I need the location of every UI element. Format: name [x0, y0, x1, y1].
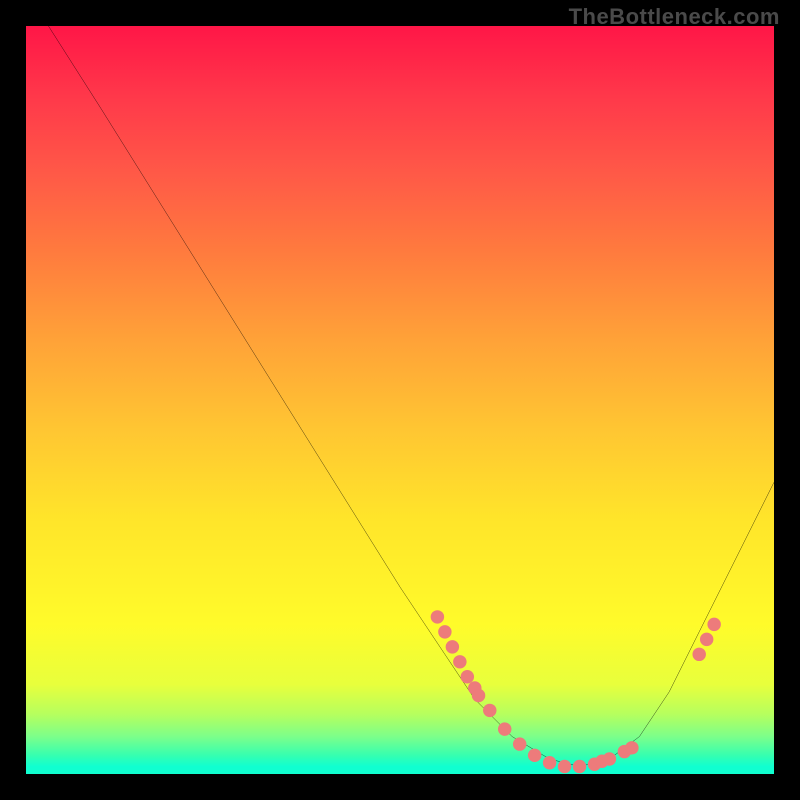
marker-dot [446, 640, 459, 653]
marker-dot [453, 655, 466, 668]
marker-dot [603, 752, 616, 765]
marker-dot [483, 704, 496, 717]
marker-dot [707, 618, 720, 631]
chart-svg [26, 26, 774, 774]
marker-dot [700, 633, 713, 646]
marker-dot [461, 670, 474, 683]
curve-path [48, 26, 774, 767]
plot-area [26, 26, 774, 774]
marker-dot [498, 722, 511, 735]
curve-markers [431, 610, 721, 773]
marker-dot [625, 741, 638, 754]
marker-dot [543, 756, 556, 769]
marker-dot [438, 625, 451, 638]
marker-dot [472, 689, 485, 702]
marker-dot [513, 737, 526, 750]
watermark-text: TheBottleneck.com [569, 4, 780, 30]
chart-frame: TheBottleneck.com [0, 0, 800, 800]
marker-dot [692, 648, 705, 661]
marker-dot [558, 760, 571, 773]
marker-dot [573, 760, 586, 773]
marker-dot [528, 749, 541, 762]
marker-dot [431, 610, 444, 623]
